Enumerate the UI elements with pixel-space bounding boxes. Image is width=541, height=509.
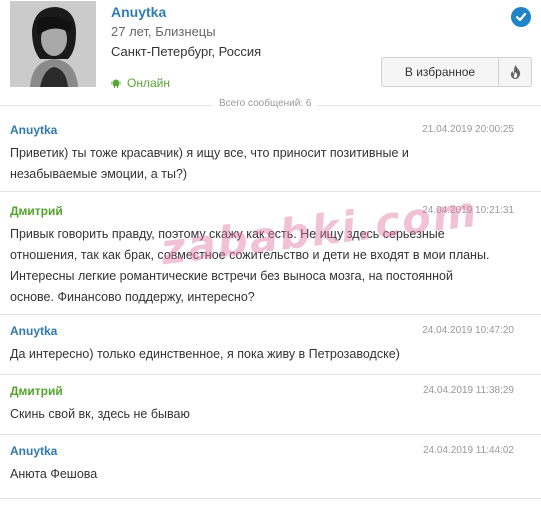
total-messages-divider: Всего сообщений: 6 — [0, 96, 541, 114]
message-text: Привык говорить правду, поэтому скажу ка… — [10, 224, 505, 308]
total-messages-label: Всего сообщений: 6 — [213, 98, 318, 109]
message-author[interactable]: Anuytka — [10, 444, 57, 458]
message-line: Анюта Фешова — [10, 467, 98, 481]
message-item: Anuytka 24.04.2019 11:44:02 Анюта Фешова — [0, 438, 541, 499]
online-status: Онлайн — [111, 76, 170, 90]
message-line: незабываемые эмоции, а ты?) — [10, 167, 188, 181]
message-time: 24.04.2019 10:21:31 — [422, 205, 514, 216]
message-author[interactable]: Anuytka — [10, 324, 57, 338]
message-item: Дмитрий 24.04.2019 10:21:31 Привык говор… — [0, 198, 541, 315]
message-line: основе. Финансово поддержу, интересно? — [10, 290, 255, 304]
avatar[interactable] — [10, 1, 96, 87]
message-text: Анюта Фешова — [10, 464, 505, 485]
message-line: Да интересно) только единственное, я пок… — [10, 347, 400, 361]
profile-age-sign: 27 лет, Близнецы — [111, 24, 216, 39]
favorite-button-group: В избранное — [381, 57, 532, 87]
fire-button[interactable] — [499, 58, 531, 86]
profile-name[interactable]: Anuytka — [111, 4, 166, 20]
profile-header: Anuytka 27 лет, Близнецы Санкт-Петербург… — [0, 0, 541, 96]
add-to-favorites-button[interactable]: В избранное — [382, 58, 499, 86]
message-time: 24.04.2019 11:44:02 — [422, 445, 514, 456]
message-time: 24.04.2019 10:47:20 — [422, 325, 514, 336]
message-line: отношения, так как брак, совместное сожи… — [10, 248, 490, 262]
android-icon — [111, 79, 121, 88]
message-item: Anuytka 21.04.2019 20:00:25 Приветик) ты… — [0, 117, 541, 192]
message-text: Скинь свой вк, здесь не бываю — [10, 404, 505, 425]
message-line: Привык говорить правду, поэтому скажу ка… — [10, 227, 445, 241]
message-text: Да интересно) только единственное, я пок… — [10, 344, 505, 365]
fire-icon — [510, 65, 520, 79]
message-time: 21.04.2019 20:00:25 — [422, 124, 514, 135]
message-line: Приветик) ты тоже красавчик) я ищу все, … — [10, 146, 409, 160]
message-line: Интересны легкие романтические встречи б… — [10, 269, 453, 283]
message-item: Дмитрий 24.04.2019 11:38:29 Скинь свой в… — [0, 378, 541, 435]
message-author[interactable]: Дмитрий — [10, 204, 63, 218]
message-line: Скинь свой вк, здесь не бываю — [10, 407, 190, 421]
message-text: Приветик) ты тоже красавчик) я ищу все, … — [10, 143, 505, 185]
message-author[interactable]: Anuytka — [10, 123, 57, 137]
message-time: 24.04.2019 11:38:29 — [422, 385, 514, 396]
online-label: Онлайн — [127, 76, 170, 90]
message-item: Anuytka 24.04.2019 10:47:20 Да интересно… — [0, 318, 541, 375]
check-circle-icon — [511, 7, 531, 27]
message-author[interactable]: Дмитрий — [10, 384, 63, 398]
profile-location: Санкт-Петербург, Россия — [111, 44, 262, 59]
